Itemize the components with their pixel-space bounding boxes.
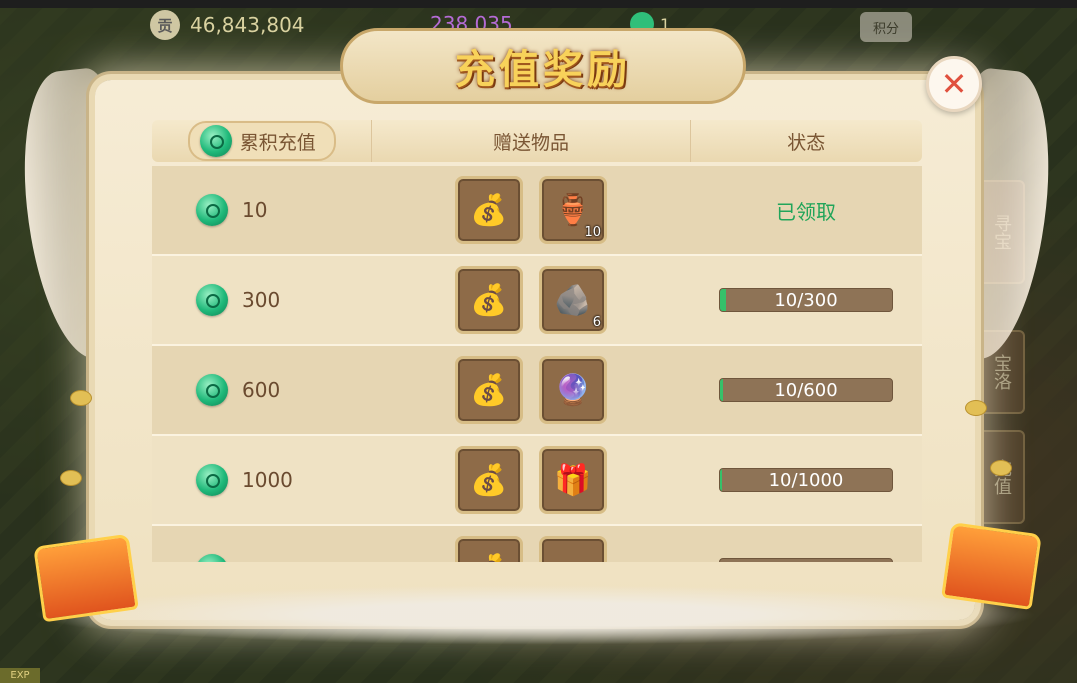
- tribute-coin-icon: 贡: [150, 10, 180, 40]
- jade-icon: [196, 194, 228, 226]
- gift-items-cell: 💰 🎁: [372, 446, 690, 514]
- vase-icon[interactable]: 🏺 10: [539, 176, 607, 244]
- status-cell: [690, 558, 922, 562]
- progress-bar: 10/300: [719, 288, 893, 312]
- treasure-chest-right-icon: [941, 522, 1042, 610]
- money-bag-icon[interactable]: 💰: [455, 536, 523, 562]
- gold-coin-icon: [990, 460, 1012, 476]
- status-cell: 10/1000: [690, 468, 922, 492]
- table-row: 💰👝: [152, 526, 922, 562]
- status-cell: 10/300: [690, 288, 922, 312]
- score-button[interactable]: 积分: [860, 12, 912, 42]
- progress-bar: 10/1000: [719, 468, 893, 492]
- table-row: 1000 💰 🎁 10/1000: [152, 436, 922, 526]
- ore-icon[interactable]: 🪨 6: [539, 266, 607, 334]
- status-cell: 已领取: [690, 196, 922, 225]
- table-row: 600 💰 🔮 10/600: [152, 346, 922, 436]
- money-bag-icon[interactable]: 💰: [455, 266, 523, 334]
- progress-bar: 10/600: [719, 378, 893, 402]
- table-row: 300 💰 🪨 6 10/300: [152, 256, 922, 346]
- jade-icon: [196, 464, 228, 496]
- jade-icon: [199, 125, 232, 157]
- progress-text: [720, 559, 892, 562]
- money-bag-icon[interactable]: 💰: [455, 356, 523, 424]
- gift-items-cell: 💰👝: [372, 536, 690, 562]
- currency-display: 贡 46,843,804: [150, 10, 305, 40]
- item-glyph: 🔮: [554, 372, 592, 408]
- gold-coin-icon: [60, 470, 82, 486]
- item-glyph: 💰: [470, 282, 508, 318]
- recharge-amount-cell: 10: [152, 194, 372, 226]
- recharge-amount: 300: [242, 288, 281, 312]
- money-bag-icon[interactable]: 💰: [455, 176, 523, 244]
- header-cumulative: 累积充值: [152, 120, 373, 162]
- item-glyph: 💰: [470, 372, 508, 408]
- recharge-amount: 600: [242, 378, 281, 402]
- exp-label: EXP: [0, 668, 40, 683]
- progress-bar: [719, 558, 893, 562]
- gold-coin-icon: [70, 390, 92, 406]
- gift-items-cell: 💰 🪨 6: [372, 266, 690, 334]
- side-tab-recharge[interactable]: 充值: [977, 430, 1025, 524]
- treasure-chest-left-icon: [33, 533, 139, 623]
- dialog-title: 充值奖励: [455, 47, 631, 93]
- header-cumulative-label: 累积充值: [239, 131, 316, 154]
- item-glyph: 💰: [470, 553, 507, 563]
- progress-text: 10/1000: [768, 469, 844, 491]
- close-icon: ✕: [940, 65, 968, 103]
- recharge-amount: 10: [242, 198, 268, 222]
- item-glyph: 🎁: [554, 462, 592, 498]
- jade-icon: [196, 554, 228, 562]
- money-bag-icon[interactable]: 💰: [455, 446, 523, 514]
- recharge-amount: 1000: [242, 468, 293, 492]
- crystal-ball-icon[interactable]: 🔮: [539, 356, 607, 424]
- item-glyph: 💰: [470, 462, 508, 498]
- status-cell: 10/600: [690, 378, 922, 402]
- red-bag-icon[interactable]: 👝: [539, 536, 607, 562]
- item-glyph: 💰: [470, 192, 508, 228]
- cloud-decoration: [30, 585, 1040, 645]
- jade-icon: [196, 374, 228, 406]
- claimed-status: 已领取: [776, 199, 836, 224]
- item-glyph: 🏺: [554, 192, 592, 228]
- table-header: 累积充值 赠送物品 状态: [152, 120, 922, 162]
- progress-text: 10/300: [774, 289, 838, 311]
- reward-rows: 10 💰 🏺 10 已领取 300 💰 🪨 6 10/300 600 💰 🔮 10/600 1000 💰 🎁 10…: [152, 166, 922, 562]
- table-row: 10 💰 🏺 10 已领取: [152, 166, 922, 256]
- header-status: 状态: [787, 131, 826, 154]
- header-pill: 累积充值: [187, 121, 336, 161]
- progress-text: 10/600: [774, 379, 838, 401]
- item-glyph: 👝: [554, 553, 591, 563]
- recharge-amount-cell: [152, 554, 372, 562]
- close-button[interactable]: ✕: [926, 56, 982, 112]
- top-status-strip: [0, 0, 1077, 8]
- jade-icon: [196, 284, 228, 316]
- dialog-title-plate: 充值奖励: [340, 28, 746, 104]
- gold-coin-icon: [965, 400, 987, 416]
- gift-items-cell: 💰 🏺 10: [372, 176, 690, 244]
- recharge-amount-cell: 300: [152, 284, 372, 316]
- recharge-amount-cell: 1000: [152, 464, 372, 496]
- gift-items-cell: 💰 🔮: [372, 356, 690, 424]
- reward-table[interactable]: 累积充值 赠送物品 状态 10 💰 🏺 10 已领取 300 💰 🪨 6 10/300 600 💰 🔮 1…: [152, 120, 922, 562]
- item-count: 10: [584, 225, 601, 240]
- currency-value: 46,843,804: [190, 13, 305, 37]
- item-count: 6: [592, 315, 601, 330]
- item-glyph: 🪨: [554, 282, 592, 318]
- recharge-amount-cell: 600: [152, 374, 372, 406]
- header-gifts: 赠送物品: [372, 120, 691, 162]
- gift-bag-icon[interactable]: 🎁: [539, 446, 607, 514]
